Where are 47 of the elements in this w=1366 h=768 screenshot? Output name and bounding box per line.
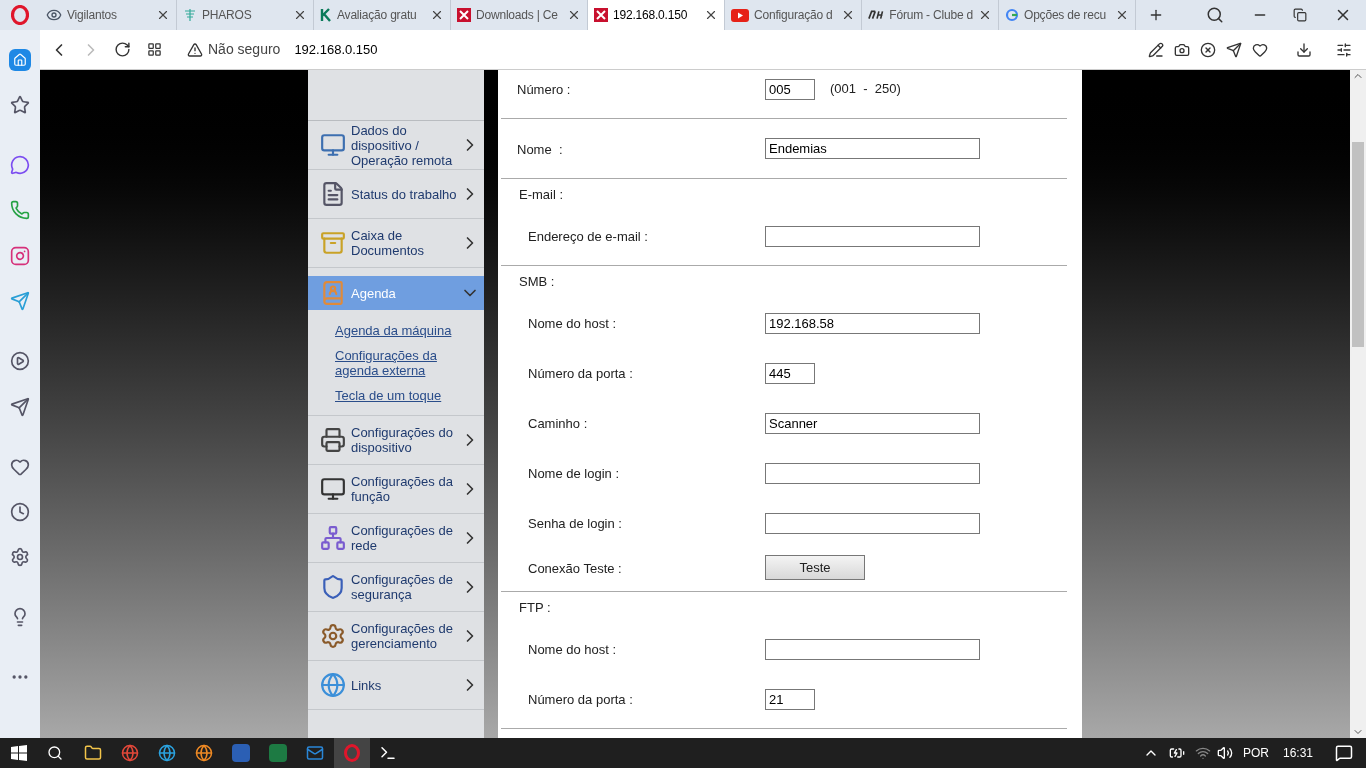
input-field[interactable]: Scanner bbox=[765, 412, 980, 434]
submenu-link[interactable]: Tecla de um toque bbox=[335, 388, 484, 403]
tab-title: PHAROS bbox=[202, 7, 253, 24]
field-label: Número da porta : bbox=[528, 366, 633, 381]
range-hint: (001 - 250) bbox=[830, 80, 901, 99]
input-field[interactable]: 445 bbox=[765, 362, 815, 384]
test-button[interactable]: Teste bbox=[765, 555, 865, 580]
field-label: Caminho : bbox=[528, 416, 588, 431]
input-field[interactable]: 192.168.58 bbox=[765, 312, 980, 334]
tab-title: Avaliação gratu bbox=[337, 7, 418, 24]
input-field[interactable]: 21 bbox=[765, 688, 815, 710]
tab-title: 192.168.0.150 bbox=[613, 7, 689, 24]
security-label[interactable]: Não seguro bbox=[208, 39, 281, 60]
tab-title: Opções de recu bbox=[1024, 7, 1107, 24]
field-label: Endereço de e-mail : bbox=[528, 229, 648, 244]
menu-item[interactable]: Configurações de segurança bbox=[308, 563, 484, 612]
menu-item[interactable]: Caixa de Documentos bbox=[308, 219, 484, 268]
section-heading: SMB : bbox=[519, 272, 555, 291]
field-label: Nome de login : bbox=[528, 466, 620, 481]
section-heading: FTP : bbox=[519, 598, 551, 617]
menu-item[interactable]: Links bbox=[308, 661, 484, 710]
input-field[interactable]: 005 bbox=[765, 78, 815, 100]
field-label: Conexão Teste : bbox=[528, 560, 622, 576]
tab-title: Downloads | Ce bbox=[476, 7, 559, 24]
menu-item[interactable]: Status do trabalho bbox=[308, 170, 484, 219]
tab-title: Fórum - Clube d bbox=[889, 7, 973, 24]
input-field[interactable]: Endemias bbox=[765, 138, 980, 159]
menu-item[interactable]: Configurações de gerenciamento bbox=[308, 612, 484, 661]
clock-time[interactable]: 16:31 bbox=[1282, 744, 1313, 762]
field-label: Nome do host : bbox=[528, 316, 617, 331]
menu-item[interactable]: Configurações do dispositivo bbox=[308, 416, 484, 465]
menu-item[interactable]: Configurações de rede bbox=[308, 514, 484, 563]
submenu-link[interactable]: Agenda da máquina bbox=[335, 323, 484, 338]
section-heading: E-mail : bbox=[519, 185, 564, 204]
field-label: Nome do host : bbox=[528, 642, 617, 657]
menu-item[interactable]: Configurações da função bbox=[308, 465, 484, 514]
field-label: Número : bbox=[517, 82, 571, 97]
menu-item[interactable]: Dados do dispositivo / Operação remota bbox=[308, 121, 484, 170]
tab-title: Vigilantos bbox=[67, 7, 118, 24]
field-label: Nome : bbox=[517, 141, 563, 157]
browser-tab[interactable]: 192.168.0.150 bbox=[588, 0, 725, 30]
language-indicator[interactable]: POR bbox=[1242, 744, 1269, 762]
submenu-link[interactable]: Configurações da agenda externa bbox=[335, 348, 484, 378]
tab-title: Configuração d bbox=[754, 7, 834, 24]
url-field[interactable]: 192.168.0.150 bbox=[294, 39, 378, 60]
field-label: Número da porta : bbox=[528, 692, 633, 707]
field-label: Senha de login : bbox=[528, 516, 622, 531]
